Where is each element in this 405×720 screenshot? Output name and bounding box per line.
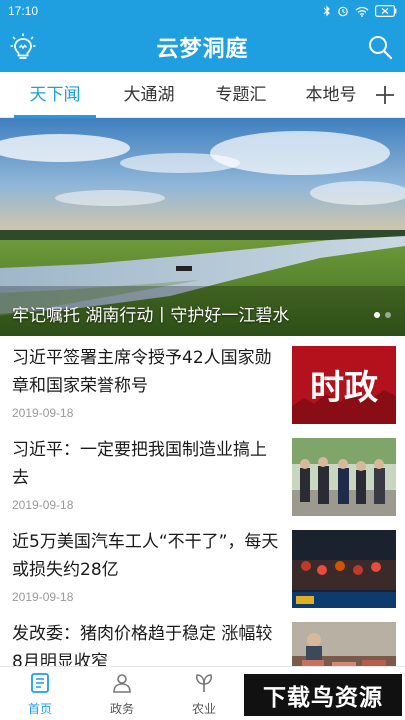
banner-dot (385, 312, 391, 318)
wifi-icon (355, 6, 369, 17)
news-title: 近5万美国汽车工人“不干了”，每天或损失约28亿 (12, 532, 279, 580)
agriculture-icon (193, 672, 215, 697)
home-icon (29, 672, 51, 697)
news-date: 2019-09-18 (12, 498, 74, 512)
news-thumbnail (292, 530, 396, 608)
battery-icon (375, 5, 397, 17)
tab-datonghu[interactable]: 大通湖 (108, 72, 190, 118)
channel-tabs: 天下闻 大通湖 专题汇 本地号 (0, 72, 405, 118)
banner-caption: 牢记嘱托 湖南行动丨守护好一江碧水 (12, 306, 290, 326)
watermark-logo: 下载鸟资源 (244, 674, 402, 716)
nav-label: 首页 (27, 701, 52, 716)
government-icon (111, 672, 133, 697)
status-icons (323, 5, 397, 17)
thumbnail-text: 时政 (310, 368, 378, 408)
news-thumbnail: 时政 (292, 346, 396, 424)
plus-icon[interactable] (371, 81, 399, 109)
app-title: 云梦洞庭 (156, 36, 249, 62)
nav-home[interactable]: 首页 (0, 667, 80, 720)
status-bar: 17:10 (0, 0, 405, 22)
tab-bendihao[interactable]: 本地号 (290, 72, 372, 118)
app-header: 云梦洞庭 (0, 22, 405, 72)
nav-label: 农业 (191, 701, 216, 716)
status-time: 17:10 (8, 4, 39, 18)
news-date: 2019-09-18 (12, 406, 74, 420)
banner-dot (374, 312, 380, 318)
news-date: 2019-09-18 (12, 590, 74, 604)
news-item[interactable]: 习近平：一定要把我国制造业搞上去 2019-09-18 (0, 430, 405, 522)
news-title: 习近平：一定要把我国制造业搞上去 (12, 440, 267, 488)
banner-indicator (374, 312, 391, 318)
lightbulb-icon[interactable] (6, 30, 40, 64)
tab-tianxiawen[interactable]: 天下闻 (14, 72, 96, 118)
nav-government[interactable]: 政务 (82, 667, 162, 720)
news-item[interactable]: 近5万美国汽车工人“不干了”，每天或损失约28亿 2019-09-18 (0, 522, 405, 614)
nav-label: 政务 (109, 701, 134, 716)
bluetooth-icon (323, 5, 331, 17)
banner-carousel[interactable]: 牢记嘱托 湖南行动丨守护好一江碧水 (0, 118, 405, 336)
nav-agriculture[interactable]: 农业 (164, 667, 244, 720)
alarm-icon (337, 5, 349, 17)
tab-zhuantihui[interactable]: 专题汇 (200, 72, 282, 118)
news-title: 习近平签署主席令授予42人国家勋章和国家荣誉称号 (12, 348, 272, 396)
search-icon[interactable] (363, 30, 397, 64)
news-item[interactable]: 习近平签署主席令授予42人国家勋章和国家荣誉称号 2019-09-18 时政 (0, 338, 405, 430)
news-thumbnail (292, 438, 396, 516)
